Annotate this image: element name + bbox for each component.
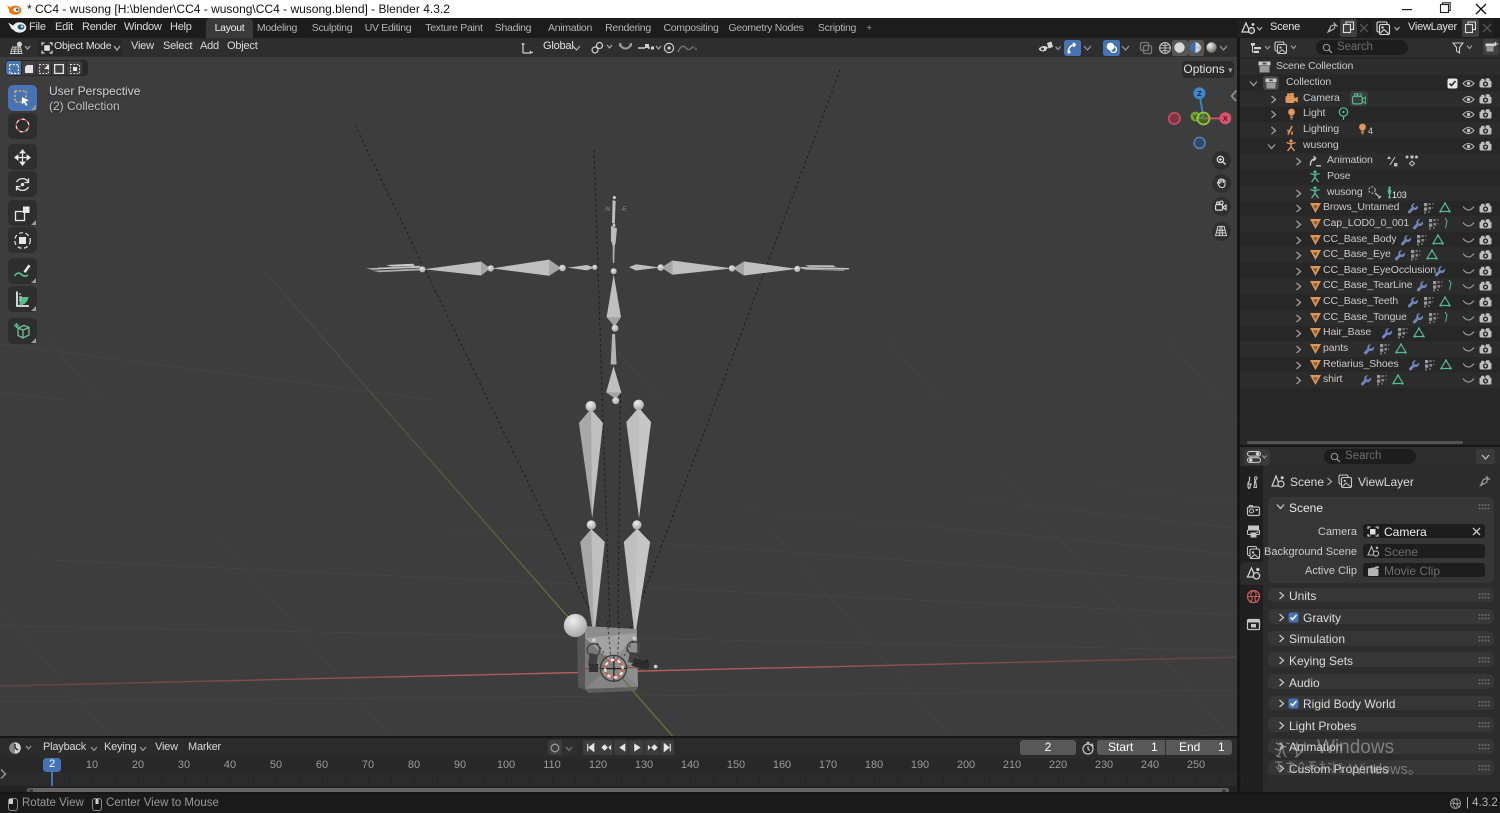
- svg-text:-E: -E: [621, 207, 627, 213]
- svg-text:X: X: [1223, 114, 1228, 123]
- svg-text:Y: Y: [1192, 113, 1197, 122]
- svg-text:-N: -N: [604, 207, 610, 213]
- svg-text:Z: Z: [1197, 89, 1202, 98]
